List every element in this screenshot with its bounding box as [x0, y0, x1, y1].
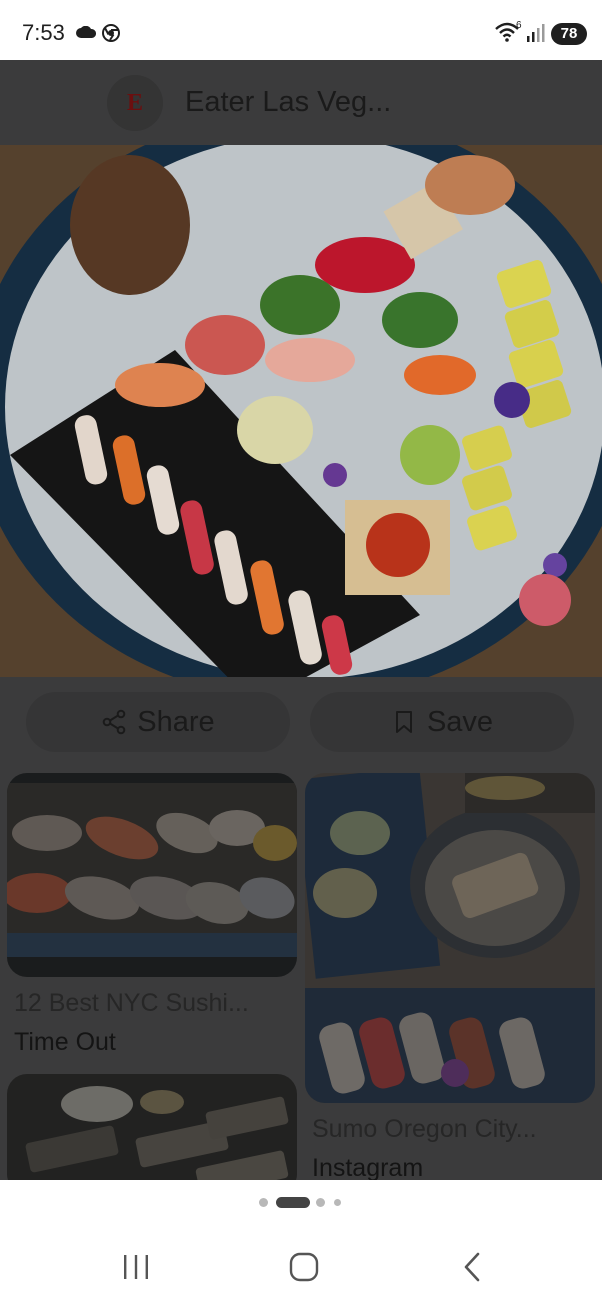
- share-label: Share: [137, 705, 215, 738]
- related-image-1-picture: [7, 773, 297, 977]
- related-image-2[interactable]: [305, 773, 595, 1103]
- status-bar: 7:53 6 78: [0, 0, 602, 60]
- site-title[interactable]: Eater Las Veg...: [185, 86, 391, 119]
- bookmark-icon: [395, 711, 412, 733]
- page-dot-active: [276, 1197, 310, 1208]
- recent-apps-icon[interactable]: [116, 1250, 156, 1284]
- source-header[interactable]: E Eater Las Veg...: [0, 60, 602, 145]
- home-icon[interactable]: [284, 1250, 324, 1284]
- related-title-1[interactable]: 12 Best NYC Sushi...: [14, 989, 249, 1018]
- signal-icon: [527, 24, 545, 42]
- related-source-1: Time Out: [14, 1028, 116, 1056]
- wifi-generation: 6: [516, 20, 522, 31]
- page-dot: [316, 1198, 325, 1207]
- related-image-3[interactable]: [7, 1074, 297, 1180]
- chrome-icon: [102, 24, 120, 42]
- related-source-2: Instagram: [312, 1154, 424, 1180]
- page-dot: [259, 1198, 268, 1207]
- share-button[interactable]: Share: [26, 692, 290, 752]
- back-icon[interactable]: [452, 1250, 492, 1284]
- navigation-bar: [0, 1230, 602, 1304]
- status-time: 7:53: [22, 20, 65, 45]
- related-image-2-picture: [305, 773, 595, 1103]
- related-image-3-picture: [7, 1074, 297, 1180]
- related-title-2[interactable]: Sumo Oregon City...: [312, 1115, 537, 1144]
- related-image-1[interactable]: [7, 773, 297, 977]
- hero-image[interactable]: [0, 145, 602, 677]
- cloud-icon: [76, 26, 96, 38]
- save-button[interactable]: Save: [310, 692, 574, 752]
- share-icon: [102, 709, 126, 735]
- page-dot: [334, 1199, 341, 1206]
- image-viewer: E Eater Las Veg... Share Save 12 Best NY…: [0, 60, 602, 1180]
- site-logo: E: [107, 75, 163, 131]
- save-label: Save: [426, 705, 494, 738]
- battery-icon: 78: [551, 23, 587, 45]
